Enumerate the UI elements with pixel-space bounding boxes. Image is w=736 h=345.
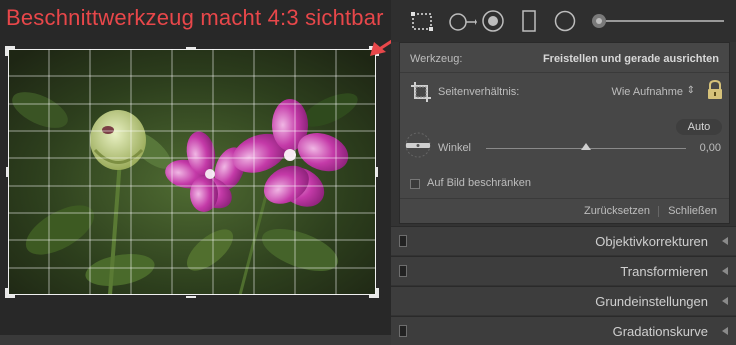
button-divider bbox=[658, 206, 659, 217]
adjustment-brush-icon[interactable] bbox=[591, 13, 607, 29]
crop-handle-left-mid[interactable] bbox=[6, 167, 8, 177]
crop-frame-icon[interactable] bbox=[410, 81, 432, 103]
graduated-filter-icon[interactable] bbox=[522, 10, 536, 32]
chevron-updown-icon[interactable]: ⇕ bbox=[687, 85, 695, 96]
aspect-label: Seitenverhältnis: bbox=[438, 86, 520, 98]
crop-handle-right-mid[interactable] bbox=[376, 167, 378, 177]
constrain-to-image-label[interactable]: Auf Bild beschränken bbox=[427, 177, 531, 189]
section-toggle-switch[interactable] bbox=[399, 235, 407, 247]
red-eye-icon[interactable] bbox=[481, 9, 505, 33]
crop-handle-bottom-right-v[interactable] bbox=[376, 288, 379, 298]
crop-handle-top-mid[interactable] bbox=[186, 47, 196, 49]
collapse-arrow-icon[interactable] bbox=[722, 327, 728, 335]
crop-grid-overlay[interactable] bbox=[8, 49, 376, 295]
tool-strip bbox=[391, 0, 736, 42]
divider bbox=[400, 198, 729, 199]
annotation-caption: Beschnittwerkzeug macht 4:3 sichtbar bbox=[6, 5, 384, 30]
straighten-level-icon[interactable] bbox=[404, 131, 432, 159]
crop-tool-panel: Werkzeug: Freistellen und gerade ausrich… bbox=[399, 42, 730, 224]
tool-label: Werkzeug: bbox=[410, 53, 463, 65]
crop-handle-bottom-left-v[interactable] bbox=[5, 288, 8, 298]
collapse-arrow-icon[interactable] bbox=[722, 267, 728, 275]
section-basic[interactable]: Grundeinstellungen bbox=[391, 286, 736, 315]
section-title: Transformieren bbox=[620, 264, 708, 279]
collapse-arrow-icon[interactable] bbox=[722, 297, 728, 305]
section-toggle-switch[interactable] bbox=[399, 325, 407, 337]
close-button[interactable]: Schließen bbox=[668, 205, 717, 217]
spot-removal-icon[interactable] bbox=[447, 11, 477, 33]
photo-canvas[interactable]: Beschnittwerkzeug macht 4:3 sichtbar bbox=[0, 0, 391, 335]
section-toggle-switch[interactable] bbox=[399, 265, 407, 277]
section-tone-curve[interactable]: Gradationskurve bbox=[391, 316, 736, 345]
angle-value[interactable]: 0,00 bbox=[700, 142, 721, 154]
constrain-to-image-checkbox[interactable] bbox=[410, 179, 420, 189]
crop-overlay-icon[interactable] bbox=[411, 12, 435, 32]
tool-value: Freistellen und gerade ausrichten bbox=[542, 53, 719, 65]
angle-label: Winkel bbox=[438, 142, 472, 154]
radial-filter-icon[interactable] bbox=[554, 10, 576, 32]
section-title: Grundeinstellungen bbox=[595, 294, 708, 309]
section-title: Objektivkorrekturen bbox=[595, 234, 708, 249]
develop-right-panel: Werkzeug: Freistellen und gerade ausrich… bbox=[391, 0, 736, 345]
lock-icon[interactable] bbox=[707, 80, 723, 100]
section-title: Gradationskurve bbox=[612, 324, 708, 339]
section-lens-corrections[interactable]: Objektivkorrekturen bbox=[391, 226, 736, 255]
crop-handle-bottom-mid[interactable] bbox=[186, 296, 196, 298]
brush-size-slider[interactable] bbox=[606, 20, 724, 22]
crop-handle-top-left-v[interactable] bbox=[5, 46, 8, 56]
angle-slider-thumb[interactable] bbox=[581, 143, 591, 150]
section-transform[interactable]: Transformieren bbox=[391, 256, 736, 285]
reset-button[interactable]: Zurücksetzen bbox=[584, 205, 650, 217]
aspect-select[interactable]: Wie Aufnahme bbox=[611, 86, 683, 98]
collapse-arrow-icon[interactable] bbox=[722, 237, 728, 245]
auto-straighten-button[interactable]: Auto bbox=[676, 119, 722, 135]
divider bbox=[400, 72, 729, 73]
